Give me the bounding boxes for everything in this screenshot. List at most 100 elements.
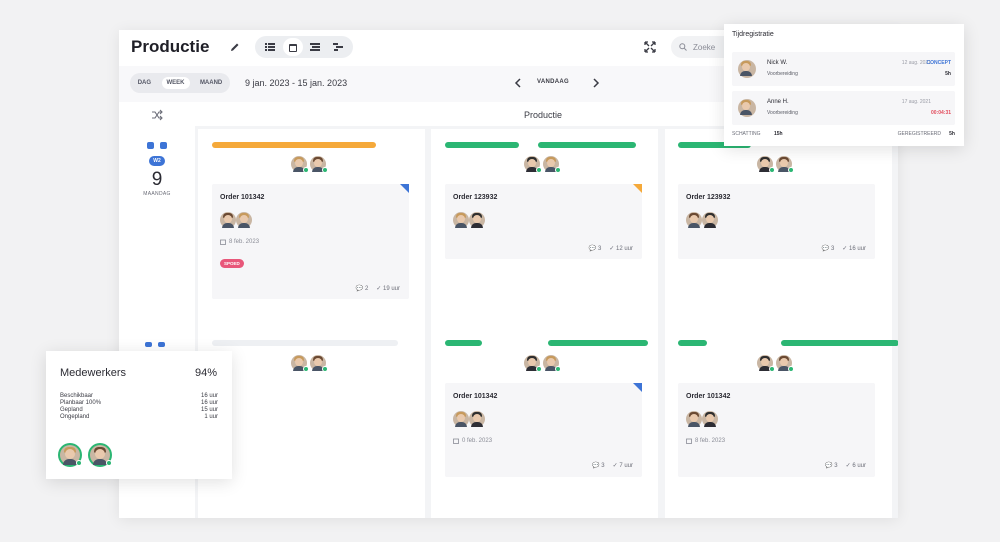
search-icon xyxy=(679,43,687,51)
day-number: 9 xyxy=(151,169,163,190)
avatar xyxy=(702,411,718,427)
avatar xyxy=(220,212,236,228)
avatar xyxy=(543,355,561,372)
pencil-icon[interactable] xyxy=(229,41,241,53)
order-card[interactable]: Order 101342 0 feb. 2023 💬 3 ✓ 7 uur xyxy=(445,383,642,477)
time-entry[interactable]: Nick W. Voorbereiding 12 aug. 2021 CONCE… xyxy=(732,52,955,86)
progress-bar xyxy=(212,142,376,148)
card-stats: 💬 3 ✓ 16 uur xyxy=(822,245,866,252)
avatar xyxy=(776,355,794,372)
order-title: Order 123932 xyxy=(686,194,731,201)
production-column: Order 123932 💬 3 ✓ 12 uur Order 101342 0… xyxy=(431,129,658,518)
calendar-icon xyxy=(686,438,692,444)
progress-bar xyxy=(678,340,708,346)
assignee-group[interactable] xyxy=(524,156,561,173)
range-week-button[interactable]: WEEK xyxy=(161,77,190,89)
assignee-group xyxy=(686,411,718,427)
card-stats: 💬 3 ✓ 12 uur xyxy=(589,245,633,252)
hours-count: ✓ 16 uur xyxy=(842,246,866,252)
calendar-view-button[interactable] xyxy=(282,38,303,56)
comment-icon: 💬 xyxy=(592,463,600,469)
progress-track xyxy=(212,340,398,346)
entry-name: Anne H. xyxy=(767,99,789,105)
chevron-left-icon[interactable] xyxy=(513,77,523,89)
assignee-group xyxy=(453,212,485,228)
comment-count: 💬 3 xyxy=(821,246,835,252)
due-date-text: 8 feb. 2023 xyxy=(695,438,726,444)
assignee-group[interactable] xyxy=(757,156,794,173)
popup-title: Medewerkers xyxy=(60,367,127,379)
assignee-group[interactable] xyxy=(524,355,561,372)
hours-count: ✓ 6 uur xyxy=(845,463,866,469)
hours-count: ✓ 7 uur xyxy=(612,463,633,469)
avatar xyxy=(236,212,252,228)
assignee-group xyxy=(220,212,252,228)
day-name: MAANDAG xyxy=(143,191,171,197)
order-title: Order 101342 xyxy=(453,393,498,400)
status-dots xyxy=(145,342,165,347)
comment-icon: 💬 xyxy=(821,246,830,252)
logged-label: GEREGISTREERD xyxy=(897,131,941,137)
assignee-group xyxy=(453,411,485,427)
estimate-label: SCHATTING xyxy=(732,131,761,137)
order-title: Order 101342 xyxy=(220,194,265,201)
list-view-button[interactable] xyxy=(260,38,280,56)
page-title: Productie xyxy=(131,37,210,56)
entry-status: CONCEPT xyxy=(926,60,951,66)
order-card[interactable]: Order 101342 8 feb. 2023 💬 3 ✓ 6 uur xyxy=(678,383,875,477)
estimate-value: 15h xyxy=(774,131,783,137)
progress-bar xyxy=(781,340,898,346)
time-entry[interactable]: Anne H. Voorbereiding 17 aug. 2021 00:04… xyxy=(732,91,955,125)
assignee-group[interactable] xyxy=(757,355,794,372)
avatar xyxy=(291,156,309,173)
entry-timer: 00:04:31 xyxy=(930,110,951,116)
urgent-tag: SPOED xyxy=(220,259,244,268)
range-month-button[interactable]: MAAND xyxy=(195,77,227,89)
due-date-text: 8 feb. 2023 xyxy=(229,239,260,245)
order-title: Order 101342 xyxy=(686,393,731,400)
order-card[interactable]: Order 123932 💬 3 ✓ 12 uur xyxy=(445,184,642,259)
avatar xyxy=(776,156,794,173)
avatar[interactable] xyxy=(90,445,112,466)
card-stats: 💬 3 ✓ 7 uur xyxy=(592,462,633,469)
expand-icon[interactable] xyxy=(644,41,656,53)
avatar xyxy=(738,60,756,78)
hours-count: ✓ 12 uur xyxy=(609,246,633,252)
production-column: Order 101342 8 feb. 2023 SPOED 💬 2 ✓ 19 … xyxy=(198,129,425,518)
date-range: 9 jan. 2023 - 15 jan. 2023 xyxy=(245,78,348,88)
avatar xyxy=(469,411,485,427)
entry-task: Voorbereiding xyxy=(767,71,798,77)
assignee-group[interactable] xyxy=(291,355,328,372)
assignee-group[interactable] xyxy=(291,156,328,173)
priority-flag xyxy=(400,184,409,193)
list-icon xyxy=(265,43,276,51)
shuffle-icon[interactable] xyxy=(151,109,163,121)
range-day-button[interactable]: DAG xyxy=(133,77,156,89)
avatar xyxy=(738,99,756,117)
calendar-icon xyxy=(288,43,297,52)
hours-count: ✓ 19 uur xyxy=(376,286,400,292)
order-card[interactable]: Order 101342 8 feb. 2023 SPOED 💬 2 ✓ 19 … xyxy=(212,184,409,299)
due-date: 0 feb. 2023 xyxy=(453,438,492,444)
logged-value: 5h xyxy=(949,131,955,137)
avatar xyxy=(686,411,702,427)
progress-bar xyxy=(538,142,636,148)
capacity-row: Gepland 15 uur xyxy=(60,407,218,413)
avatar xyxy=(291,355,309,372)
comment-icon: 💬 xyxy=(825,463,833,469)
avatar xyxy=(453,212,469,228)
avatar xyxy=(310,156,328,173)
week-badge: W2 xyxy=(149,156,165,166)
range-switcher: DAG WEEK MAAND xyxy=(130,73,230,93)
avatar[interactable] xyxy=(60,445,82,466)
progress-bar xyxy=(445,142,520,148)
chevron-right-icon[interactable] xyxy=(591,77,601,89)
board-view-button[interactable] xyxy=(305,38,325,56)
avatar xyxy=(686,212,702,228)
order-card[interactable]: Order 123932 💬 3 ✓ 16 uur xyxy=(678,184,875,259)
avatar xyxy=(757,156,775,173)
column-title: Productie xyxy=(524,110,563,120)
today-button[interactable]: VANDAAG xyxy=(537,79,569,85)
entry-task: Voorbereiding xyxy=(767,110,798,116)
gantt-view-button[interactable] xyxy=(328,38,348,56)
